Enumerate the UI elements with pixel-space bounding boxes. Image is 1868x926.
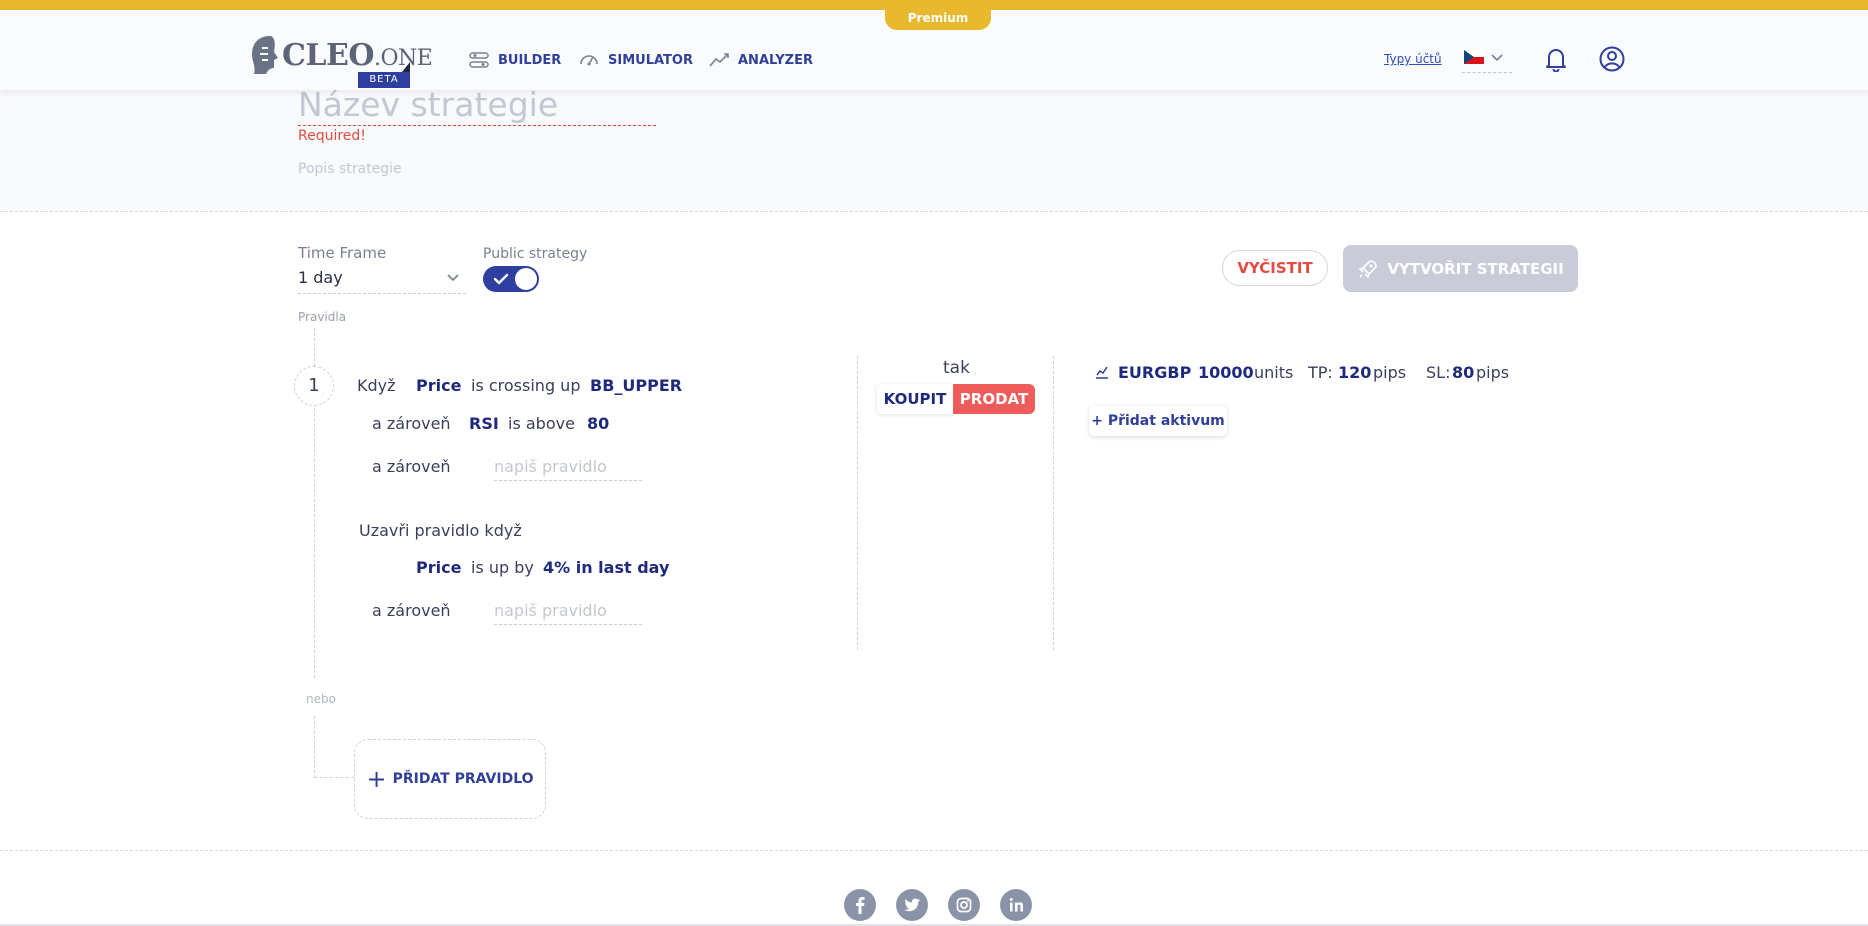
czech-flag-icon[interactable]: [1464, 50, 1484, 64]
account-types-link[interactable]: Typy účtů: [1384, 52, 1442, 66]
then-label: tak: [943, 358, 970, 378]
rule-input-placeholder[interactable]: napiš pravidlo: [494, 457, 642, 481]
condition1-right-token[interactable]: BB_UPPER: [590, 376, 682, 395]
rule-tree-connector: [314, 777, 354, 778]
linkedin-icon[interactable]: [1000, 889, 1032, 921]
cleo-logo[interactable]: CLEO.ONE BETA: [248, 34, 433, 90]
beta-corner-decoration: [402, 62, 410, 72]
sliders-icon: [469, 52, 489, 68]
timeframe-value: 1 day: [298, 268, 343, 287]
create-strategy-button[interactable]: VYTVOŘIT STRATEGII: [1343, 245, 1578, 292]
check-icon: [493, 273, 509, 285]
condition2-operator[interactable]: is above: [508, 414, 575, 433]
and-label: a zároveň: [372, 601, 451, 620]
strategy-info-band: [0, 90, 1868, 212]
sl-label: SL:: [1426, 363, 1451, 382]
timeframe-select[interactable]: 1 day: [298, 268, 466, 294]
close-condition-operator[interactable]: is up by: [471, 558, 534, 577]
tp-label: TP:: [1308, 363, 1333, 382]
when-label: Když: [357, 376, 396, 395]
speedometer-icon: [580, 55, 598, 66]
tp-pips-label: pips: [1373, 363, 1407, 382]
clear-button[interactable]: VYČISTIT: [1222, 250, 1328, 286]
nav-simulator[interactable]: SIMULATOR: [578, 48, 693, 72]
beta-badge: BETA: [358, 72, 410, 88]
cleo-head-icon: [252, 36, 278, 74]
rocket-icon: [1358, 259, 1378, 278]
sell-option[interactable]: PRODAT: [953, 384, 1035, 414]
nav-builder[interactable]: BUILDER: [468, 48, 561, 72]
add-rule-button[interactable]: + PŘIDAT PRAVIDLO: [354, 739, 546, 819]
sl-value[interactable]: 80: [1452, 363, 1474, 382]
condition1-operator[interactable]: is crossing up: [471, 376, 580, 395]
instagram-icon[interactable]: [948, 889, 980, 921]
add-rule-label: PŘIDAT PRAVIDLO: [392, 771, 534, 787]
add-asset-button[interactable]: + Přidat aktivum: [1089, 406, 1227, 436]
nav-simulator-label: SIMULATOR: [608, 52, 693, 68]
trend-line-icon: [709, 53, 729, 67]
then-divider-right: [1053, 356, 1054, 650]
rule-tree-line-lower: [314, 716, 315, 778]
nav-analyzer[interactable]: ANALYZER: [708, 48, 813, 72]
facebook-icon[interactable]: [844, 889, 876, 921]
user-circle-icon[interactable]: [1599, 46, 1625, 72]
close-rule-input-placeholder[interactable]: napiš pravidlo: [494, 601, 642, 625]
chevron-down-icon: [447, 274, 459, 282]
asset-chart-icon: [1096, 366, 1108, 379]
and-label: a zároveň: [372, 414, 451, 433]
sl-pips-label: pips: [1476, 363, 1510, 382]
buy-option[interactable]: KOUPIT: [877, 384, 953, 414]
and-label: a zároveň: [372, 457, 451, 476]
chevron-down-icon[interactable]: [1490, 50, 1504, 64]
condition1-left-token[interactable]: Price: [416, 376, 461, 395]
twitter-icon[interactable]: [896, 889, 928, 921]
bell-icon[interactable]: [1544, 46, 1568, 72]
condition2-right-token[interactable]: 80: [587, 414, 609, 433]
logo-main-text: CLEO: [282, 38, 374, 73]
strategy-name-input[interactable]: [298, 84, 656, 126]
asset-symbol[interactable]: EURGBP: [1118, 363, 1191, 382]
rules-section-label: Pravidla: [298, 310, 347, 324]
close-condition-left-token[interactable]: Price: [416, 558, 461, 577]
then-divider-left: [857, 356, 858, 650]
asset-units-value[interactable]: 10000: [1198, 363, 1254, 382]
name-required-error: Required!: [298, 128, 366, 144]
premium-badge[interactable]: Premium: [885, 6, 991, 30]
footer-divider: [0, 850, 1868, 851]
rule-number-badge: 1: [294, 366, 334, 406]
asset-units-label: units: [1254, 363, 1294, 382]
nav-analyzer-label: ANALYZER: [738, 52, 813, 68]
close-rule-label: Uzavři pravidlo když: [359, 521, 522, 540]
toggle-knob: [515, 268, 537, 290]
nav-builder-label: BUILDER: [498, 52, 562, 68]
close-condition-right-token[interactable]: 4% in last day: [543, 558, 669, 577]
strategy-description-input[interactable]: [298, 158, 658, 180]
or-label: nebo: [306, 692, 336, 706]
public-strategy-label: Public strategy: [483, 246, 588, 262]
create-strategy-label: VYTVOŘIT STRATEGII: [1387, 259, 1564, 278]
condition2-left-token[interactable]: RSI: [469, 414, 499, 433]
timeframe-label: Time Frame: [298, 244, 387, 262]
plus-icon: +: [366, 765, 387, 793]
public-strategy-toggle[interactable]: [483, 266, 539, 292]
language-selector-underline: [1462, 72, 1512, 73]
tp-value[interactable]: 120: [1338, 363, 1371, 382]
